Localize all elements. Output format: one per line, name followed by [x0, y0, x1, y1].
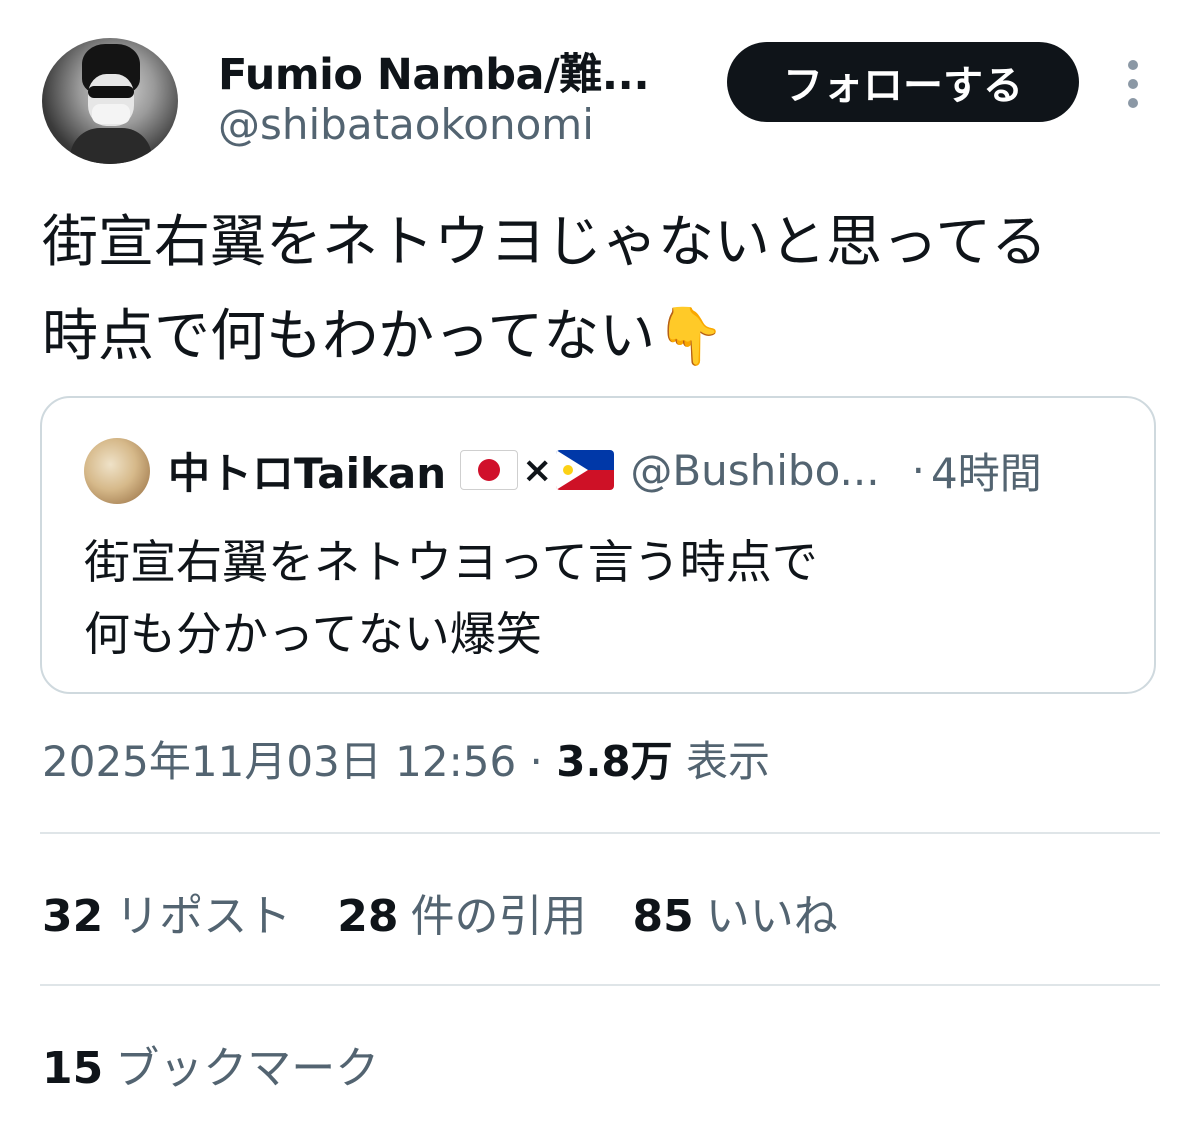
views-label: 表示 [686, 737, 771, 786]
reposts-label: リポスト [115, 891, 292, 942]
avatar-glasses-shape [88, 86, 134, 98]
flag-separator: × [522, 449, 553, 491]
tweet-timestamp[interactable]: 2025年11月03日 12:56 [42, 737, 516, 786]
reposts-stat[interactable]: 32 リポスト [42, 880, 291, 944]
quoted-tweet-text: 街宣右翼をネトウヨって言う時点で 何も分かってない爆笑 [84, 526, 818, 670]
tweet-text-line: 時点で何もわかってない👇 [42, 304, 725, 369]
bookmarks-stat[interactable]: 15 ブックマーク [42, 1032, 379, 1096]
quoted-author-handle: @Bushibo... [630, 445, 880, 495]
quoted-text-line: 何も分かってない爆笑 [84, 607, 542, 661]
more-vertical-icon[interactable] [1116, 56, 1150, 112]
reposts-count: 32 [42, 891, 104, 942]
avatar-body-shape [70, 128, 152, 164]
divider [40, 832, 1160, 834]
engagement-stats: 32 リポスト 28 件の引用 85 いいね [42, 880, 884, 944]
meta-separator: · [529, 737, 543, 786]
quoted-author-avatar [84, 438, 150, 504]
more-dot [1128, 98, 1138, 108]
tweet-meta: 2025年11月03日 12:56 · 3.8万 表示 [42, 728, 770, 789]
more-dot [1128, 79, 1138, 89]
views-count: 3.8万 [556, 737, 673, 786]
quoted-time-separator: · [911, 445, 925, 495]
quoted-tweet-time: 4時間 [930, 448, 1042, 498]
more-dot [1128, 60, 1138, 70]
avatar-mask-shape [92, 104, 130, 124]
japan-flag-icon [460, 450, 519, 490]
author-display-name[interactable]: Fumio Namba/難... [218, 40, 650, 102]
likes-label: いいね [705, 891, 838, 942]
quoted-text-line: 街宣右翼をネトウヨって言う時点で [84, 535, 818, 589]
quoted-author-name: 中トロTaikan [168, 448, 447, 498]
author-avatar[interactable] [42, 38, 178, 164]
quotes-label: 件の引用 [410, 891, 587, 942]
quotes-stat[interactable]: 28 件の引用 [337, 880, 586, 944]
quoted-tweet-header: 中トロTaikan × @Bushibo... · 4時間 [168, 440, 1042, 500]
bookmarks-count: 15 [42, 1043, 104, 1094]
tweet-header: Fumio Namba/難... @shibataokonomi フォローする [0, 0, 1200, 180]
likes-stat[interactable]: 85 いいね [632, 880, 837, 944]
tweet-text-line: 街宣右翼をネトウヨじゃないと思ってる [42, 210, 1048, 275]
likes-count: 85 [632, 891, 694, 942]
quotes-count: 28 [337, 891, 399, 942]
bookmarks-label: ブックマーク [115, 1043, 380, 1094]
tweet-text: 街宣右翼をネトウヨじゃないと思ってる 時点で何もわかってない👇 [42, 196, 1162, 384]
divider [40, 984, 1160, 986]
author-handle[interactable]: @shibataokonomi [218, 100, 594, 149]
follow-button[interactable]: フォローする [727, 42, 1079, 122]
philippines-flag-icon [556, 450, 615, 490]
quoted-tweet-card[interactable]: 中トロTaikan × @Bushibo... · 4時間 街宣右翼をネトウヨっ… [40, 396, 1156, 694]
